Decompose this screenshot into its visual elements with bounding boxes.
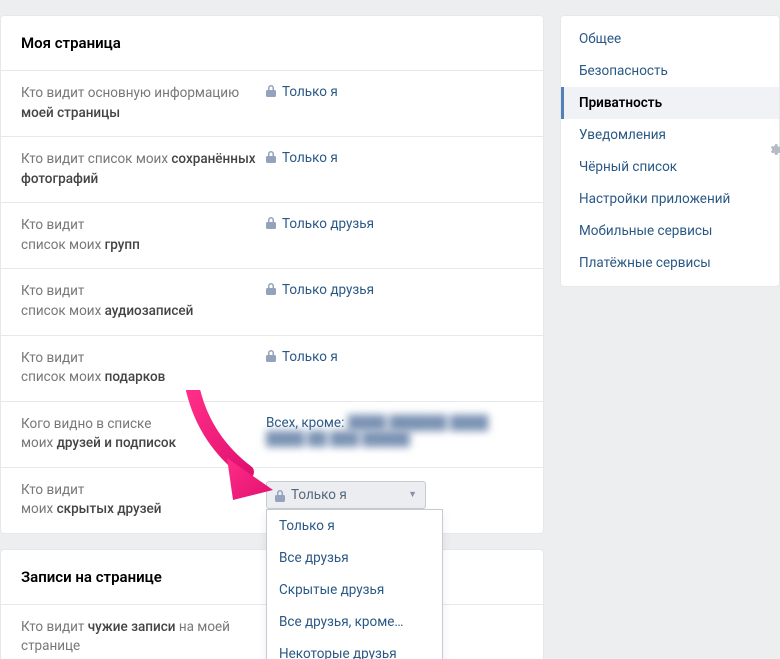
sidebar-item-general[interactable]: Общее — [561, 23, 779, 55]
row-audio: Кто видитсписок моих аудиозаписей Только… — [1, 268, 543, 334]
redacted-names: ████ ██████ ████ — [348, 415, 489, 431]
settings-sidebar: Общее Безопасность Приватность Уведомлен… — [560, 15, 780, 287]
row-label: Кто видитсписок моих аудиозаписей — [21, 282, 266, 321]
select-current[interactable]: Только я ▼ — [266, 481, 426, 509]
dropdown-item[interactable]: Скрытые друзья — [267, 574, 442, 606]
row-label: Кто видитмоих скрытых друзей — [21, 481, 266, 520]
dropdown-item[interactable]: Некоторые друзья — [267, 638, 442, 659]
privacy-dropdown: Только я Все друзья Скрытые друзья Все д… — [266, 509, 443, 659]
row-label: Кто видитсписок моих подарков — [21, 349, 266, 388]
redacted-names: ████ ██ ███ █████ — [266, 431, 410, 447]
chevron-down-icon: ▼ — [408, 489, 417, 500]
lock-icon — [266, 283, 276, 295]
sidebar-item-app-settings[interactable]: Настройки приложений — [561, 183, 779, 215]
row-label: Кто видитсписок моих групп — [21, 216, 266, 255]
sidebar-item-blocklist[interactable]: Чёрный список — [561, 151, 779, 183]
row-label: Кого видно в спискемоих друзей и подписо… — [21, 415, 266, 454]
lock-icon — [275, 490, 285, 502]
dropdown-item[interactable]: Все друзья, кроме… — [267, 606, 442, 638]
my-page-title: Моя страница — [1, 16, 543, 70]
row-groups: Кто видитсписок моих групп Только друзья — [1, 202, 543, 268]
row-hidden-friends: Кто видитмоих скрытых друзей Только я ▼ — [1, 467, 543, 533]
my-page-card: Моя страница Кто видит основную информац… — [0, 15, 544, 534]
sidebar-item-payments[interactable]: Платёжные сервисы — [561, 247, 779, 279]
row-value[interactable]: Всех, кроме: ████ ██████ ████ ████ ██ ██… — [266, 415, 523, 454]
dropdown-item[interactable]: Все друзья — [267, 542, 442, 574]
sidebar-item-notifications[interactable]: Уведомления — [561, 119, 779, 151]
sidebar-item-security[interactable]: Безопасность — [561, 55, 779, 87]
row-value[interactable]: Только я — [266, 349, 523, 388]
lock-icon — [266, 151, 276, 163]
privacy-select: Только я ▼ Только я Все друзья Скрытые д… — [266, 481, 426, 509]
row-label: Кто видит основную информацию моей стран… — [21, 84, 266, 123]
row-value[interactable]: Только я — [266, 150, 523, 189]
row-label: Кто видит чужие записи на моей странице — [21, 618, 266, 657]
row-value[interactable]: Только друзья — [266, 282, 523, 321]
sidebar-item-privacy[interactable]: Приватность — [561, 87, 779, 119]
dropdown-item[interactable]: Только я — [267, 510, 442, 542]
row-value[interactable]: Только друзья — [266, 216, 523, 255]
lock-icon — [266, 217, 276, 229]
row-gifts: Кто видитсписок моих подарков Только я — [1, 335, 543, 401]
lock-icon — [266, 85, 276, 97]
row-value: Только я ▼ Только я Все друзья Скрытые д… — [266, 481, 523, 520]
row-basic-info: Кто видит основную информацию моей стран… — [1, 70, 543, 136]
row-saved-photos: Кто видит список моих сохранённых фотогр… — [1, 136, 543, 202]
gear-icon[interactable] — [768, 143, 780, 157]
row-value[interactable]: Только я — [266, 84, 523, 123]
row-label: Кто видит список моих сохранённых фотогр… — [21, 150, 266, 189]
row-friends-subs: Кого видно в спискемоих друзей и подписо… — [1, 401, 543, 467]
lock-icon — [266, 350, 276, 362]
sidebar-item-mobile[interactable]: Мобильные сервисы — [561, 215, 779, 247]
